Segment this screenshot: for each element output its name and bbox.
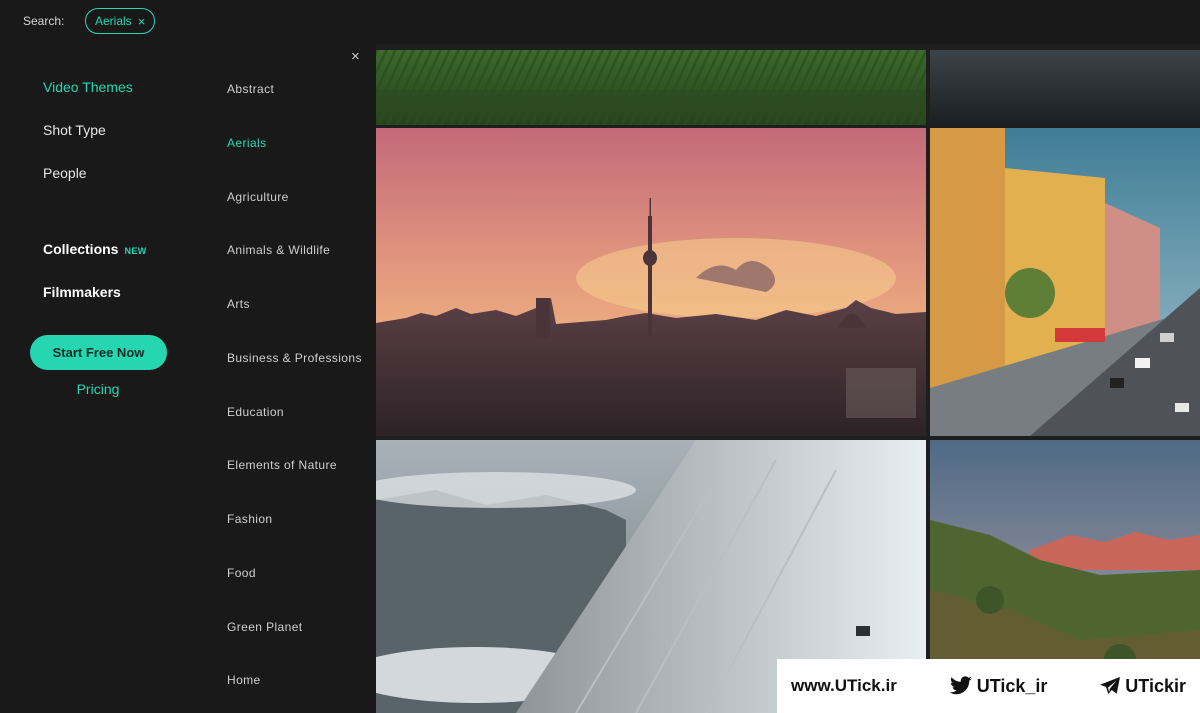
collections-label: Collections: [43, 241, 119, 257]
nav-item-video-themes[interactable]: Video Themes: [43, 79, 133, 95]
nav-item-people[interactable]: People: [43, 165, 87, 181]
close-icon[interactable]: ×: [351, 48, 360, 65]
new-badge: NEW: [124, 246, 147, 256]
theme-item[interactable]: Food: [227, 566, 256, 580]
start-free-button[interactable]: Start Free Now: [30, 335, 167, 370]
main-nav: Video Themes Shot Type People Collection…: [0, 44, 196, 713]
search-filter-chip[interactable]: Aerials ×: [85, 8, 156, 34]
theme-list: × Abstract Aerials Agriculture Animals &…: [196, 44, 376, 713]
pricing-link[interactable]: Pricing: [0, 381, 196, 397]
watermark-telegram: UTickir: [1099, 676, 1186, 697]
theme-item[interactable]: Fashion: [227, 512, 273, 526]
video-thumbnail-dusk[interactable]: [930, 50, 1200, 125]
theme-item-active[interactable]: Aerials: [227, 136, 266, 150]
theme-item[interactable]: Green Planet: [227, 620, 303, 634]
video-thumbnail-fields[interactable]: [376, 50, 926, 125]
theme-item[interactable]: Arts: [227, 297, 250, 311]
remove-chip-icon[interactable]: ×: [138, 15, 146, 28]
watermark-site-brand: UTick: [834, 676, 881, 695]
watermark-twitter: UTick_ir: [949, 675, 1048, 697]
theme-item[interactable]: Education: [227, 405, 284, 419]
video-thumbnail-street[interactable]: [930, 128, 1200, 436]
telegram-icon: [1100, 677, 1121, 694]
search-chip-label: Aerials: [95, 14, 132, 28]
watermark-site-prefix: www.: [791, 676, 835, 695]
video-thumbnail-city-sunset[interactable]: [376, 128, 926, 436]
search-label: Search:: [23, 14, 65, 28]
telegram-handle: UTickir: [1125, 675, 1186, 696]
twitter-handle: UTick_ir: [976, 675, 1048, 696]
watermark-site: www.UTick.ir: [791, 676, 897, 696]
watermark-site-suffix: .ir: [880, 676, 897, 695]
theme-item[interactable]: Abstract: [227, 82, 274, 96]
nav-item-filmmakers[interactable]: Filmmakers: [43, 284, 121, 300]
search-bar: Search: Aerials ×: [0, 0, 1200, 44]
nav-item-shot-type[interactable]: Shot Type: [43, 122, 106, 138]
watermark-bar: www.UTick.ir UTick_ir UTickir: [777, 659, 1200, 713]
theme-item[interactable]: Elements of Nature: [227, 458, 337, 472]
twitter-icon: [949, 676, 972, 695]
theme-item[interactable]: Agriculture: [227, 190, 289, 204]
theme-item[interactable]: Animals & Wildlife: [227, 243, 330, 257]
nav-item-collections[interactable]: Collections NEW: [43, 241, 147, 257]
video-grid: [376, 44, 1200, 713]
theme-item[interactable]: Home: [227, 673, 261, 687]
theme-item[interactable]: Business & Professions: [227, 351, 362, 365]
